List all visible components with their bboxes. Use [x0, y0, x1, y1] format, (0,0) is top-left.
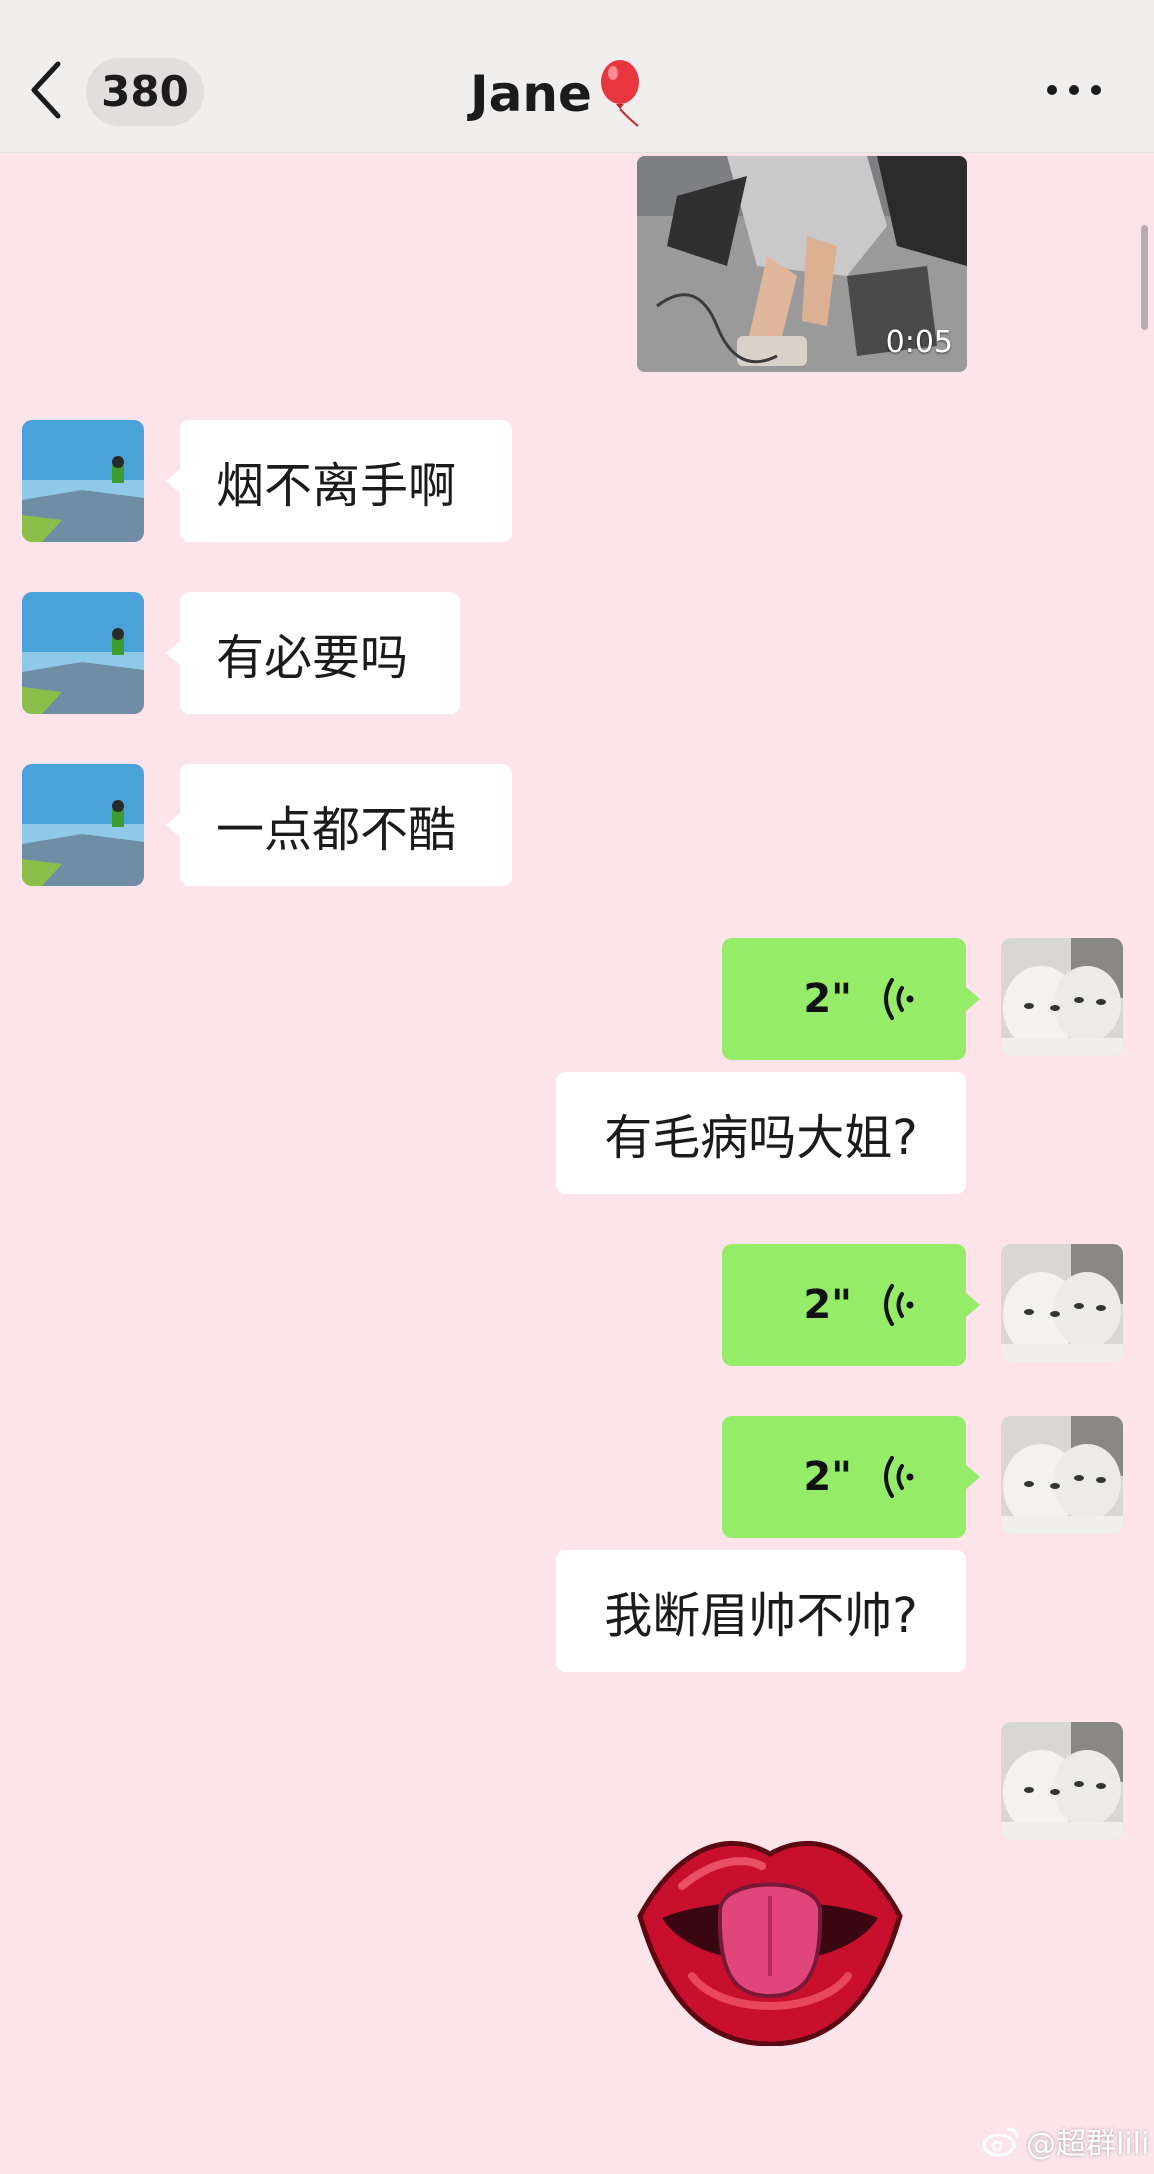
- scrollbar[interactable]: [1141, 225, 1148, 330]
- cat-avatar-image: [1001, 938, 1123, 1056]
- weibo-icon: [982, 2127, 1019, 2157]
- back-chevron-icon[interactable]: [28, 58, 68, 122]
- message-text: 有毛病吗大姐?: [604, 1110, 918, 1166]
- voice-message-bubble[interactable]: 2": [722, 1416, 980, 1538]
- video-message[interactable]: 0:05: [637, 156, 967, 372]
- voice-wave-icon: [884, 978, 914, 1020]
- avatar-image: [22, 592, 144, 714]
- message-text: 我断眉帅不帅?: [604, 1588, 918, 1644]
- voice-message-bubble[interactable]: 2": [722, 938, 980, 1060]
- watermark-text: @超群lili: [1026, 2127, 1150, 2162]
- voice-wave-icon: [884, 1284, 914, 1326]
- avatar-image: [22, 764, 144, 886]
- video-duration: 0:05: [885, 325, 953, 360]
- contact-avatar[interactable]: [22, 592, 144, 714]
- message-text: 有必要吗: [216, 630, 409, 686]
- message-bubble[interactable]: 一点都不酷: [166, 764, 512, 886]
- contact-avatar[interactable]: [22, 420, 144, 542]
- my-avatar[interactable]: [1001, 1244, 1123, 1362]
- message-text: 一点都不酷: [216, 802, 457, 858]
- my-avatar[interactable]: [1001, 938, 1123, 1056]
- weibo-watermark: @超群lili: [982, 2120, 1149, 2162]
- chat-header: 380 Jane: [0, 0, 1154, 153]
- lips-tongue-sticker[interactable]: [632, 1826, 908, 2046]
- voice-message-bubble[interactable]: 2": [722, 1244, 980, 1366]
- balloon-icon: [600, 60, 639, 127]
- message-bubble[interactable]: 有必要吗: [166, 592, 460, 714]
- cat-avatar-image: [1001, 1244, 1123, 1362]
- contact-name: Jane: [470, 65, 592, 123]
- message-bubble[interactable]: 烟不离手啊: [166, 420, 512, 542]
- chat-title[interactable]: Jane: [470, 56, 644, 132]
- voice-duration: 2": [803, 1454, 852, 1500]
- my-avatar[interactable]: [1001, 1722, 1123, 1840]
- cat-avatar-image: [1001, 1416, 1123, 1534]
- my-avatar[interactable]: [1001, 1416, 1123, 1534]
- cat-avatar-image: [1001, 1722, 1123, 1840]
- voice-duration: 2": [803, 976, 852, 1022]
- voice-duration: 2": [803, 1282, 852, 1328]
- avatar-image: [22, 420, 144, 542]
- more-dots-icon[interactable]: [1044, 80, 1104, 100]
- message-text: 烟不离手啊: [216, 458, 457, 514]
- message-bubble[interactable]: 有毛病吗大姐?: [556, 1072, 966, 1194]
- message-bubble[interactable]: 我断眉帅不帅?: [556, 1550, 966, 1672]
- voice-wave-icon: [884, 1456, 914, 1498]
- contact-avatar[interactable]: [22, 764, 144, 886]
- unread-count-badge[interactable]: 380: [86, 58, 204, 126]
